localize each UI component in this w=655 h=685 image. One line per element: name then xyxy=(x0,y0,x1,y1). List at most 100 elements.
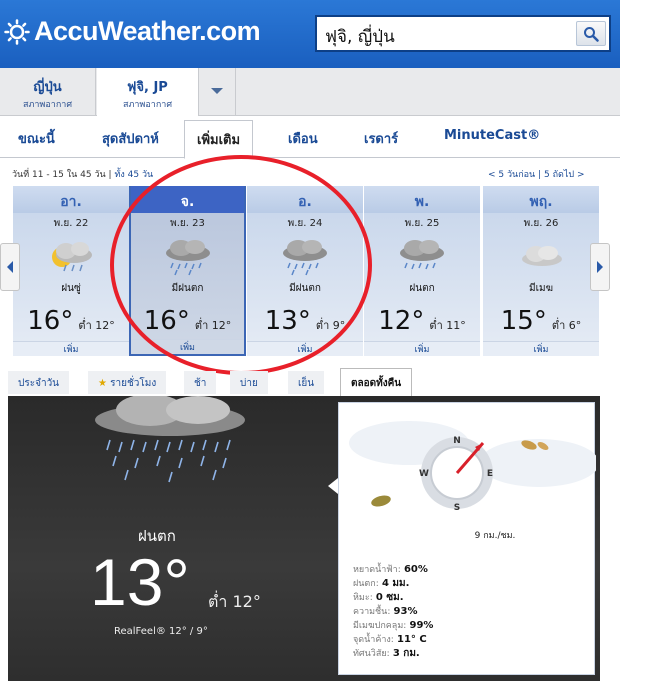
wind-speed: 9 กม./ชม. xyxy=(474,531,516,541)
subtab-evening[interactable]: เย็น xyxy=(288,371,325,394)
day-condition: มีเมฆ xyxy=(528,283,554,294)
day-high: 12° xyxy=(378,306,425,336)
rain-cloud-icon xyxy=(387,235,457,279)
chevron-left-icon xyxy=(7,261,13,273)
location-city[interactable]: ฟุจิ, JP สภาพอากาศ xyxy=(97,68,199,117)
forecast-detail-panel: ฝนตก 13° ต่ำ 12° RealFeel® 12° / 9° N E … xyxy=(8,396,600,681)
stat-label: ทัศนวิสัย: xyxy=(353,649,390,659)
day-condition: ฝนซู่ xyxy=(61,283,81,294)
stat-value: 4 มม. xyxy=(381,578,410,589)
stat-label: ความชื้น: xyxy=(353,607,391,617)
day-card[interactable]: พฤ. พ.ย. 26 มีเมฆ 15° ต่ำ 6° เพิ่ม xyxy=(482,186,599,356)
day-temps: 15° ต่ำ 6° xyxy=(483,306,599,336)
realfeel-value: RealFeel® 12° / 9° xyxy=(114,626,208,637)
next-days-link[interactable]: 5 ถัดไป > xyxy=(544,170,585,180)
accuweather-logo[interactable]: AccuWeather.com xyxy=(4,16,261,47)
day-temps: 12° ต่ำ 11° xyxy=(364,306,480,336)
day-date: พ.ย. 25 xyxy=(404,218,440,229)
stat-value: 99% xyxy=(409,620,434,631)
subtab-hourly-label: รายชั่วโมง xyxy=(110,378,157,389)
chevron-right-icon xyxy=(597,261,603,273)
day-more-link[interactable]: เพิ่ม xyxy=(131,339,244,354)
detail-temperature: 13° xyxy=(90,545,190,619)
day-period-tabs: ประจำวัน ★ รายชั่วโมง ช้า บ่าย เย็น ตลอด… xyxy=(8,368,600,396)
day-temps: 13° ต่ำ 9° xyxy=(247,306,363,336)
search-input-value[interactable]: ฟุจิ, ญี่ปุ่น xyxy=(325,23,395,50)
day-card[interactable]: อา. พ.ย. 22 ฝนซู่ 16° ต่ำ 12° เพิ่ม xyxy=(12,186,129,356)
stat-label: หิมะ: xyxy=(353,593,373,603)
nav-separator: | xyxy=(538,170,542,180)
tab-radar[interactable]: เรดาร์ xyxy=(364,128,398,149)
location-country[interactable]: ญี่ปุ่น สภาพอากาศ xyxy=(0,68,96,116)
location-dropdown-button[interactable] xyxy=(200,68,236,116)
location-city-sub: สภาพอากาศ xyxy=(122,100,173,110)
day-of-week: จ. xyxy=(131,186,244,213)
subtab-afternoon[interactable]: บ่าย xyxy=(230,371,268,394)
tab-month[interactable]: เดือน xyxy=(288,128,318,149)
tab-now[interactable]: ขณะนี้ xyxy=(18,128,55,149)
leaf-icon xyxy=(371,495,391,507)
stat-label: จุดน้ำค้าง: xyxy=(353,635,394,645)
search-input[interactable]: ฟุจิ, ญี่ปุ่น xyxy=(315,15,611,52)
day-date: พ.ย. 24 xyxy=(287,218,323,229)
forecast-stats-list: หยาดน้ำฟ้า: 60% ฝนตก: 4 มม. หิมะ: 0 ซม. … xyxy=(353,563,433,661)
stat-row: ทัศนวิสัย: 3 กม. xyxy=(353,647,433,661)
tab-minutecast[interactable]: MinuteCast® xyxy=(444,128,540,143)
day-card[interactable]: พ. พ.ย. 25 ฝนตก 12° ต่ำ 11° เพิ่ม xyxy=(363,186,480,356)
day-low: ต่ำ 12° xyxy=(78,319,115,332)
stat-value: 3 กม. xyxy=(392,648,420,659)
day-more-link[interactable]: เพิ่ม xyxy=(247,341,363,356)
day-high: 13° xyxy=(264,306,311,336)
next-days-arrow[interactable] xyxy=(590,243,610,291)
search-icon xyxy=(584,26,599,42)
day-of-week: อา. xyxy=(13,186,129,213)
all-days-link[interactable]: ทั้ง 45 วัน xyxy=(114,170,153,180)
day-low: ต่ำ 6° xyxy=(551,319,582,332)
stat-row: มีเมฆปกคลุม: 99% xyxy=(353,619,433,633)
range-text: วันที่ 11 - 15 ใน 45 วัน | xyxy=(12,170,112,180)
stat-value: 93% xyxy=(393,606,418,617)
tab-weekend[interactable]: สุดสัปดาห์ xyxy=(102,128,159,149)
subtab-morning[interactable]: ช้า xyxy=(184,371,217,394)
rain-cloud-icon xyxy=(153,235,223,279)
day-high: 15° xyxy=(500,306,547,336)
site-header: AccuWeather.com ฟุจิ, ญี่ปุ่น xyxy=(0,0,620,68)
day-more-link[interactable]: เพิ่ม xyxy=(483,341,599,356)
day-of-week: พฤ. xyxy=(483,186,599,213)
search-button[interactable] xyxy=(576,21,606,46)
day-more-link[interactable]: เพิ่ม xyxy=(364,341,480,356)
day-more-link[interactable]: เพิ่ม xyxy=(13,341,129,356)
stat-value: 60% xyxy=(403,564,428,575)
date-range-label: วันที่ 11 - 15 ใน 45 วัน | ทั้ง 45 วัน xyxy=(12,167,153,181)
page-right-margin xyxy=(620,0,655,685)
day-card-selected[interactable]: จ. พ.ย. 23 มีฝนตก 16° ต่ำ 12° เพิ่ม xyxy=(129,186,246,356)
day-low: ต่ำ 12° xyxy=(194,319,232,332)
compass-west: W xyxy=(419,469,429,479)
subtab-daily[interactable]: ประจำวัน xyxy=(8,371,70,394)
panel-pointer xyxy=(328,478,338,494)
day-condition: มีฝนตก xyxy=(289,283,321,294)
day-temps: 16° ต่ำ 12° xyxy=(131,306,244,336)
day-navigation: < 5 วันก่อน | 5 ถัดไป > xyxy=(488,167,585,181)
subtab-hourly[interactable]: ★ รายชั่วโมง xyxy=(88,371,167,394)
chevron-down-icon xyxy=(211,88,223,94)
day-of-week: พ. xyxy=(364,186,480,213)
stat-label: มีเมฆปกคลุม: xyxy=(353,621,407,631)
day-high: 16° xyxy=(27,306,74,336)
prev-days-arrow[interactable] xyxy=(0,243,20,291)
subtab-overnight[interactable]: ตลอดทั้งคืน xyxy=(340,368,413,396)
detail-low-temperature: ต่ำ 12° xyxy=(208,592,261,611)
tab-extended[interactable]: เพิ่มเติม xyxy=(184,120,254,159)
day-card[interactable]: อ. พ.ย. 24 มีฝนตก 13° ต่ำ 9° เพิ่ม xyxy=(246,186,363,356)
prev-days-link[interactable]: < 5 วันก่อน xyxy=(488,170,535,180)
location-country-name: ญี่ปุ่น xyxy=(33,80,62,95)
stat-label: ฝนตก: xyxy=(353,579,379,589)
leaf-icon xyxy=(521,440,549,450)
wind-compass-icon: N E S W xyxy=(419,436,493,513)
sun-logo-icon xyxy=(4,18,30,45)
day-condition: มีฝนตก xyxy=(171,283,204,294)
rain-cloud-icon xyxy=(270,235,340,279)
stat-value: 11° C xyxy=(397,634,427,645)
day-forecast-strip: อา. พ.ย. 22 ฝนซู่ 16° ต่ำ 12° เพิ่ม จ. พ… xyxy=(12,186,600,356)
star-icon: ★ xyxy=(98,378,107,389)
